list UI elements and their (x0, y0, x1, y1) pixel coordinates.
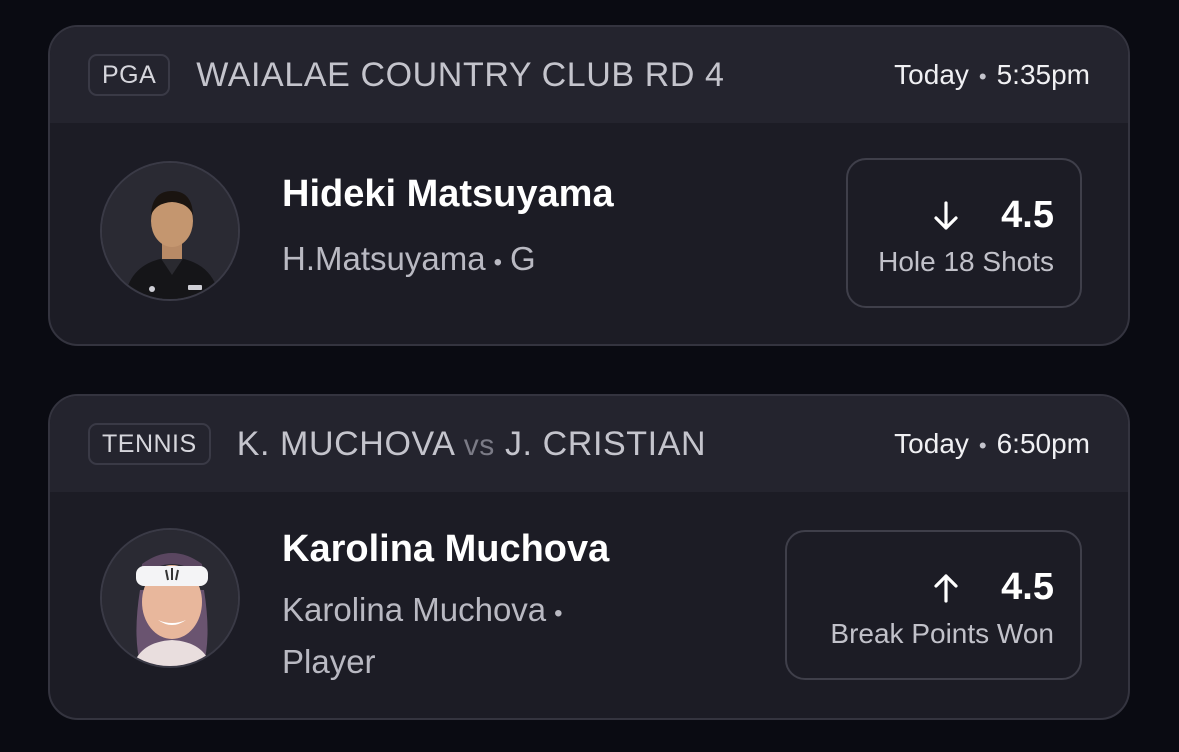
event-clock: 5:35pm (996, 59, 1090, 90)
vs-label: vs (463, 428, 495, 462)
player-short-name: Karolina Muchova (282, 591, 547, 628)
separator-dot: • (493, 249, 502, 276)
player-subtitle: Karolina Muchova • Player (282, 586, 642, 686)
stat-value: 4.5 (1001, 194, 1054, 236)
team-a: K. MUCHOVA (236, 424, 454, 463)
player-position: Player (282, 643, 376, 680)
avatar[interactable] (100, 161, 240, 301)
league-badge: TENNIS (88, 423, 211, 465)
card-header: PGA WAIALAE COUNTRY CLUB RD 4 Today • 5:35… (50, 27, 1128, 123)
arrow-down-icon (934, 200, 958, 230)
event-time: Today • 5:35pm (894, 59, 1090, 91)
player-name: Hideki Matsuyama (282, 173, 614, 215)
league-badge: PGA (88, 54, 171, 96)
player-subtitle: H.Matsuyama • G (282, 235, 536, 287)
event-clock: 6:50pm (996, 428, 1090, 459)
player-name: Karolina Muchova (282, 528, 610, 570)
event-title: WAIALAE COUNTRY CLUB RD 4 (196, 55, 725, 94)
separator-dot: • (554, 600, 563, 627)
stat-label: Break Points Won (830, 618, 1054, 649)
stat-line: 4.5 (929, 194, 1054, 237)
tennis-player-portrait-image (102, 530, 238, 666)
event-time: Today • 6:50pm (894, 428, 1090, 460)
team-b: J. CRISTIAN (504, 424, 707, 463)
stat-value: 4.5 (1001, 566, 1054, 608)
player-short-name: H.Matsuyama (282, 240, 486, 277)
card-header: TENNIS K. MUCHOVA vs J. CRISTIAN Today • 6… (50, 396, 1128, 492)
pick-card-tennis[interactable]: TENNIS K. MUCHOVA vs J. CRISTIAN Today • 6… (48, 394, 1130, 720)
arrow-up-icon (934, 573, 958, 603)
stat-label: Hole 18 Shots (878, 246, 1054, 277)
card-body: Hideki Matsuyama H.Matsuyama • G 4.5 Hole … (50, 123, 1128, 344)
event-day: Today (894, 59, 969, 90)
separator-dot: • (978, 433, 987, 458)
event-day: Today (894, 428, 969, 459)
golfer-portrait-image (102, 163, 238, 299)
stat-line-box[interactable]: 4.5 Break Points Won (785, 530, 1082, 680)
stat-line: 4.5 (929, 566, 1054, 609)
card-body: Karolina Muchova Karolina Muchova • Player… (50, 492, 1128, 718)
event-title: K. MUCHOVA vs J. CRISTIAN (237, 425, 706, 464)
avatar[interactable] (100, 528, 240, 668)
separator-dot: • (978, 64, 987, 89)
pick-card-pga[interactable]: PGA WAIALAE COUNTRY CLUB RD 4 Today • 5:35… (48, 25, 1130, 346)
player-position: G (509, 240, 536, 277)
stat-line-box[interactable]: 4.5 Hole 18 Shots (846, 158, 1082, 308)
